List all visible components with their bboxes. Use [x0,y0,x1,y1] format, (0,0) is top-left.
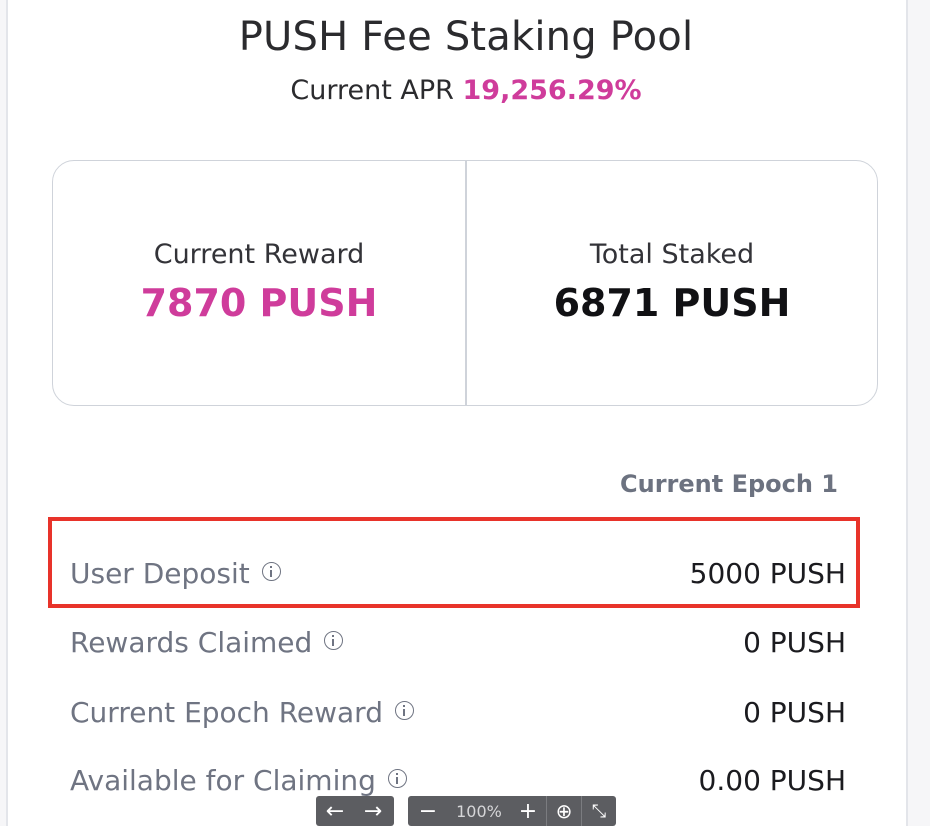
current-reward-value: 7870 PUSH [140,281,378,325]
total-staked-stat: Total Staked 6871 PUSH [466,237,878,329]
total-staked-value: 6871 PUSH [553,281,791,325]
current-epoch-reward-label-wrap: Current Epoch Reward [70,696,414,729]
current-reward-stat: Current Reward 7870 PUSH [53,237,465,329]
rewards-claimed-label: Rewards Claimed [70,626,313,659]
current-epoch-reward-value: 0 PUSH [743,696,846,729]
apr-label: Current APR [290,75,454,106]
download-icon[interactable]: ⊕ [547,796,581,826]
apr-value: 19,256.29% [462,75,642,106]
screenshot-stage: PUSH Fee Staking Pool Current APR 19,256… [0,0,930,826]
rewards-claimed-row: Rewards Claimed 0 PUSH [70,609,846,679]
viewer-zoom-bar: − 100% + ⊕ ⤡ [408,796,616,826]
highlight-box [48,517,860,608]
zoom-in-icon[interactable]: + [510,796,546,826]
rewards-claimed-value: 0 PUSH [743,626,846,659]
collapse-icon[interactable]: ⤡ [582,796,616,826]
info-icon[interactable] [387,769,407,788]
previous-arrow-icon[interactable]: ← [316,796,354,826]
total-staked-label: Total Staked [589,239,755,270]
available-claiming-value: 0.00 PUSH [698,764,846,797]
next-arrow-icon[interactable]: → [354,796,392,826]
available-claiming-label-wrap: Available for Claiming [70,764,407,797]
apr-line: Current APR 19,256.29% [8,75,924,106]
current-epoch-label: Current Epoch 1 [620,470,838,498]
zoom-level: 100% [456,801,502,821]
pool-title: PUSH Fee Staking Pool [238,14,694,60]
current-reward-label: Current Reward [153,239,365,270]
info-icon[interactable] [394,701,414,720]
zoom-out-icon[interactable]: − [408,796,448,826]
viewer-nav-bar: ← → [316,796,394,826]
available-claiming-label: Available for Claiming [70,764,376,797]
current-epoch-reward-label: Current Epoch Reward [70,696,383,729]
rewards-claimed-label-wrap: Rewards Claimed [70,626,344,659]
stats-panel: Current Reward 7870 PUSH Total Staked 68… [52,160,878,406]
current-epoch-reward-row: Current Epoch Reward 0 PUSH [70,679,846,749]
info-icon[interactable] [324,631,344,650]
